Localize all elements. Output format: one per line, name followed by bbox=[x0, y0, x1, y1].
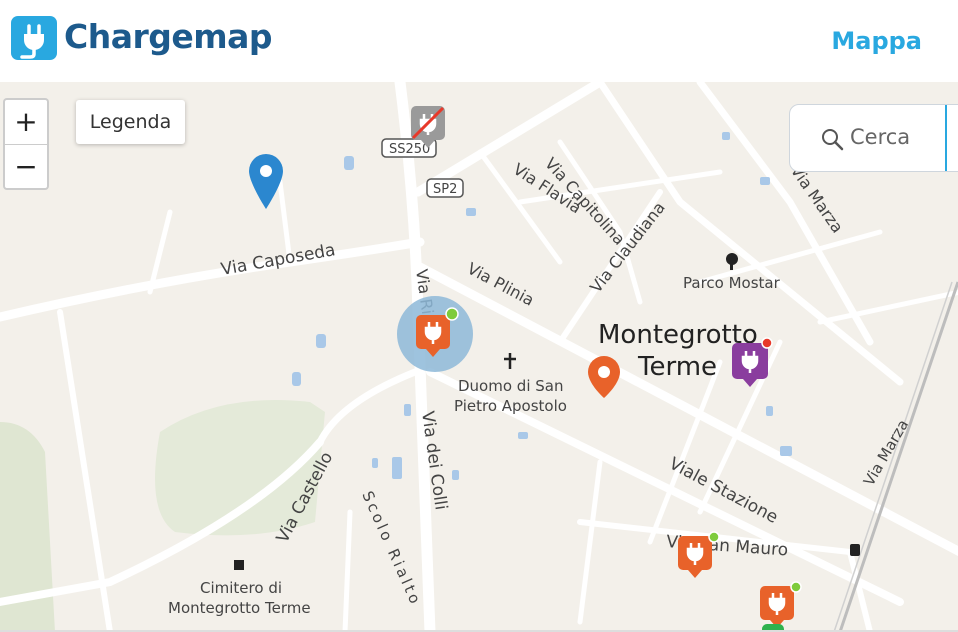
cemetery-icon bbox=[234, 560, 244, 570]
svg-text:SP2: SP2 bbox=[433, 182, 457, 197]
zoom-control: + − bbox=[3, 98, 49, 190]
road-shield-sp2: SP2 bbox=[426, 178, 464, 198]
location-pin-icon[interactable] bbox=[246, 152, 286, 214]
map-canvas[interactable]: SS250 SP2 Via Caposeda Via Plinia Via Fl… bbox=[0, 82, 958, 632]
poi-label-cimitero-line2: Montegrotto Terme bbox=[168, 599, 311, 617]
park-tree-icon bbox=[726, 253, 738, 270]
street-label-via-marza-top: Via Marza bbox=[787, 161, 847, 236]
poi-label-parco-mostar: Parco Mostar bbox=[683, 274, 781, 292]
brand-name[interactable]: Chargemap bbox=[64, 17, 273, 56]
station-unavailable-icon[interactable] bbox=[409, 104, 449, 152]
search-box[interactable]: Cerca bbox=[789, 104, 958, 172]
station-purple-icon[interactable] bbox=[730, 337, 774, 389]
zoom-out-button[interactable]: − bbox=[5, 145, 47, 189]
nav-map-link[interactable]: Mappa bbox=[831, 27, 922, 55]
chargemap-logo-icon[interactable] bbox=[11, 16, 57, 60]
poi-label-cimitero-line1: Cimitero di bbox=[200, 579, 282, 597]
poi-label-duomo-line1: Duomo di San bbox=[458, 377, 563, 395]
station-orange-icon[interactable] bbox=[676, 530, 722, 582]
town-label-line2: Terme bbox=[637, 352, 717, 382]
poi-label-duomo-line2: Pietro Apostolo bbox=[454, 397, 567, 415]
search-divider bbox=[945, 105, 947, 171]
station-selected-icon[interactable] bbox=[394, 294, 476, 376]
place-marker-icon[interactable] bbox=[586, 354, 622, 400]
search-icon bbox=[822, 129, 844, 151]
search-label: Cerca bbox=[850, 125, 911, 149]
zoom-in-button[interactable]: + bbox=[5, 100, 47, 145]
church-icon bbox=[504, 353, 516, 369]
street-label-scolo-rialto: Scolo Rialto bbox=[358, 488, 425, 609]
app-header: Chargemap Mappa bbox=[0, 0, 958, 82]
street-label-via-caposeda: Via Caposeda bbox=[219, 240, 337, 280]
train-station-icon bbox=[850, 544, 860, 556]
legend-button[interactable]: Legenda bbox=[76, 100, 185, 144]
